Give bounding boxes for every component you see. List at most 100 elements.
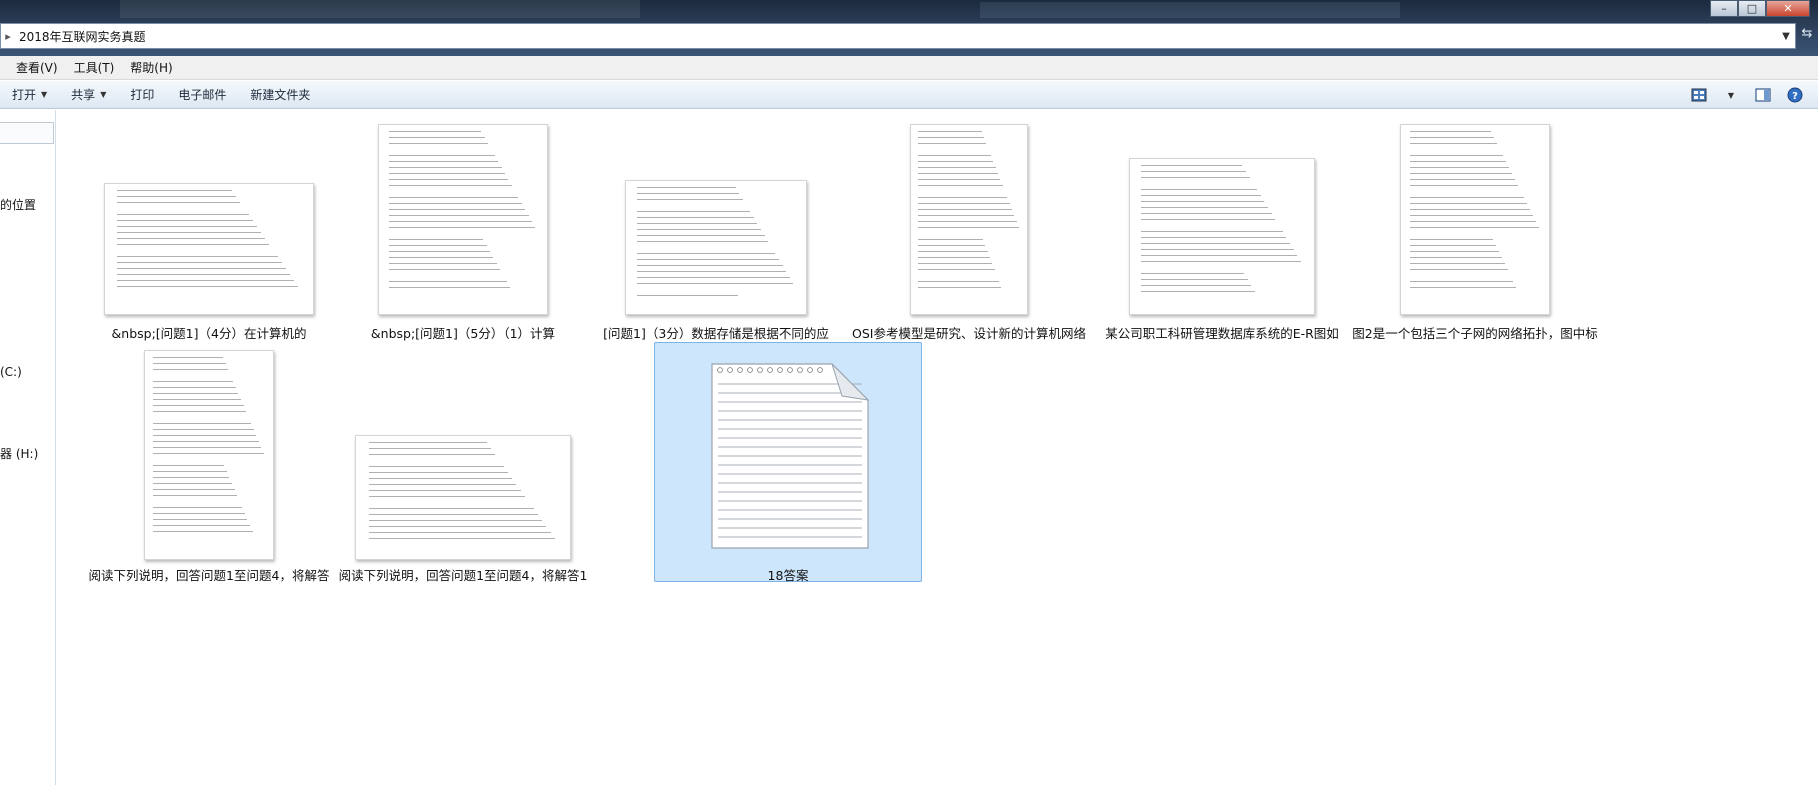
share-button[interactable]: 共享 ▼	[59, 86, 118, 103]
thumbnail-text-line	[1141, 189, 1257, 190]
file-item[interactable]: 阅读下列说明，回答问题1至问题4，将解答1	[338, 342, 588, 583]
thumbnail-text-line	[117, 226, 257, 227]
thumbnail-text-line	[636, 223, 758, 224]
thumbnail-text-line	[917, 221, 1017, 222]
thumbnail-text-line	[152, 363, 226, 364]
thumbnail-text-line	[1409, 251, 1499, 252]
thumbnail-text-line	[389, 143, 489, 144]
chevron-down-icon[interactable]: ▼	[1722, 87, 1740, 103]
thumbnail-text-line	[1141, 201, 1265, 202]
file-item[interactable]: 某公司职工科研管理数据库系统的E-R图如	[1097, 110, 1347, 341]
thumbnail-text-line	[1409, 227, 1539, 228]
email-button[interactable]: 电子邮件	[166, 86, 238, 103]
thumbnail-text-line	[1409, 221, 1536, 222]
thumbnail-text-line	[389, 281, 507, 282]
file-item[interactable]: 图2是一个包括三个子网的网络拓扑，图中标	[1350, 110, 1600, 341]
view-controls: ▼ ?	[1690, 81, 1804, 109]
file-item[interactable]: [问题1]（3分）数据存储是根据不同的应	[591, 110, 841, 341]
thumbnail-text-line	[117, 262, 282, 263]
menu-help[interactable]: 帮助(H)	[122, 59, 180, 76]
file-item[interactable]: 阅读下列说明，回答问题1至问题4，将解答	[84, 342, 334, 583]
thumbnail-text-line	[636, 283, 794, 284]
nav-item-recent-places[interactable]: 的位置	[0, 196, 36, 213]
thumbnail-text-line	[1141, 279, 1248, 280]
file-item[interactable]: 18答案	[654, 342, 922, 583]
breadcrumb-chevron-icon[interactable]: ▸	[1, 30, 15, 43]
thumbnail-text-line	[389, 167, 502, 168]
thumbnail-text-line	[368, 478, 513, 479]
thumbnail-text-line	[152, 525, 250, 526]
thumbnail-text-line	[1141, 231, 1283, 232]
file-name: &nbsp;[问题1]（4分）在计算机的	[111, 326, 307, 341]
file-name: 阅读下列说明，回答问题1至问题4，将解答1	[338, 568, 588, 583]
thumbnail-text-line	[389, 197, 519, 198]
maximize-button[interactable]: □	[1738, 0, 1766, 17]
help-icon[interactable]: ?	[1786, 87, 1804, 103]
thumbnail-text-line	[368, 472, 508, 473]
thumbnail-text-line	[917, 155, 992, 156]
thumbnail-text-line	[117, 190, 232, 191]
thumbnail-text-line	[368, 526, 547, 527]
address-history-dropdown-icon[interactable]: ▼	[1777, 31, 1795, 42]
thumbnail-text-line	[1409, 179, 1515, 180]
document-thumbnail	[144, 350, 274, 560]
thumbnail-text-line	[1409, 269, 1508, 270]
thumbnail-text-line	[152, 435, 257, 436]
file-name: 阅读下列说明，回答问题1至问题4，将解答	[88, 568, 330, 583]
file-item[interactable]: OSI参考模型是研究、设计新的计算机网络	[844, 110, 1094, 341]
address-path[interactable]: 2018年互联网实务真题	[15, 28, 1777, 45]
thumbnail-text-line	[1141, 207, 1268, 208]
file-item[interactable]: &nbsp;[问题1]（4分）在计算机的	[84, 110, 334, 341]
file-item[interactable]: &nbsp;[问题1]（5分）（1）计算	[338, 110, 588, 341]
thumbnail-text-line	[368, 520, 543, 521]
thumbnail-text-line	[152, 399, 241, 400]
menu-tools[interactable]: 工具(T)	[66, 59, 123, 76]
thumbnail-text-line	[389, 179, 509, 180]
thumbnail-text-line	[636, 187, 736, 188]
thumbnail-text-line	[368, 466, 504, 467]
refresh-icon[interactable]: ⇆	[1798, 26, 1816, 46]
thumbnail-text-line	[152, 405, 244, 406]
thumbnail-text-line	[1409, 287, 1517, 288]
thumbnail-text-line	[152, 411, 247, 412]
address-bar[interactable]: ▸ 2018年互联网实务真题 ▼	[0, 23, 1796, 49]
thumbnail-text-line	[1409, 155, 1504, 156]
thumbnail-text-line	[389, 215, 529, 216]
thumbnail-text-line	[152, 393, 239, 394]
nav-search-box[interactable]	[0, 122, 54, 144]
navigation-pane: 的位置 (C:) 器 (H:)	[0, 110, 56, 785]
thumbnail-text-line	[1141, 165, 1243, 166]
thumbnail-text-line	[368, 514, 538, 515]
close-button[interactable]: ✕	[1766, 0, 1810, 17]
thumbnail-text-line	[152, 513, 245, 514]
menu-view[interactable]: 查看(V)	[0, 59, 66, 76]
thumbnail-text-line	[917, 203, 1010, 204]
minimize-button[interactable]: –	[1710, 0, 1738, 17]
thumbnail-text-line	[389, 209, 526, 210]
thumbnail-text-line	[636, 277, 790, 278]
document-thumbnail	[378, 124, 548, 315]
change-view-icon[interactable]	[1690, 87, 1708, 103]
preview-pane-icon[interactable]	[1754, 87, 1772, 103]
thumbnail-text-line	[152, 507, 243, 508]
thumbnail-text-line	[368, 490, 521, 491]
thumbnail-text-line	[917, 281, 1000, 282]
new-folder-button[interactable]: 新建文件夹	[238, 86, 322, 103]
thumbnail-text-line	[389, 221, 532, 222]
thumbnail-text-line	[1141, 237, 1287, 238]
open-button[interactable]: 打开 ▼	[0, 86, 59, 103]
thumbnail-text-line	[1409, 167, 1510, 168]
print-button[interactable]: 打印	[118, 86, 166, 103]
thumbnail-text-line	[117, 268, 286, 269]
thumbnail-text-line	[1409, 257, 1502, 258]
nav-item-drive-h[interactable]: 器 (H:)	[0, 445, 38, 462]
thumbnail-text-line	[152, 465, 225, 466]
thumbnail-text-line	[636, 211, 751, 212]
thumbnail-text-line	[368, 496, 526, 497]
thumbnail-text-line	[368, 532, 551, 533]
thumbnail-text-line	[1141, 177, 1250, 178]
thumbnail-text-line	[389, 155, 495, 156]
thumbnail-text-line	[1409, 173, 1512, 174]
nav-item-drive-c[interactable]: (C:)	[0, 365, 22, 379]
thumbnail-text-line	[152, 441, 259, 442]
